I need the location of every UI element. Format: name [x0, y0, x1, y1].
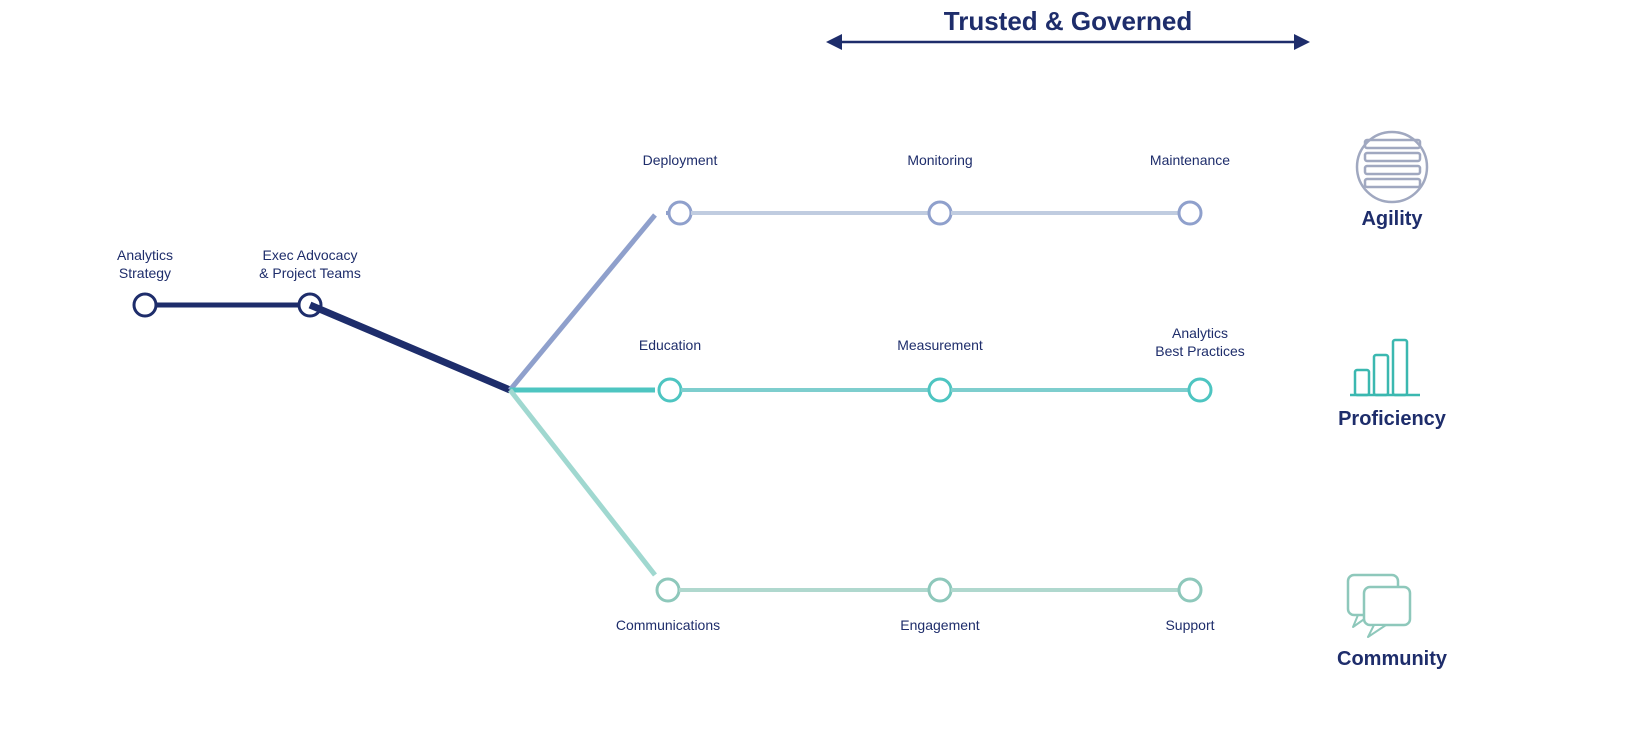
- support-label: Support: [1165, 617, 1214, 633]
- measurement-node: [929, 379, 951, 401]
- agility-label: Agility: [1361, 208, 1423, 230]
- engagement-label: Engagement: [900, 617, 980, 633]
- exec-advocacy-label1: Exec Advocacy: [263, 247, 358, 263]
- analytics-strategy-label: Analytics: [117, 247, 173, 263]
- analytics-strategy-node: [134, 294, 156, 316]
- exec-advocacy-label2: & Project Teams: [259, 265, 361, 281]
- maintenance-node: [1179, 202, 1201, 224]
- community-label: Community: [1337, 648, 1448, 670]
- engagement-node: [929, 579, 951, 601]
- main-trunk-line: [310, 305, 510, 390]
- proficiency-icon: [1350, 340, 1420, 395]
- analytics-strategy-label2: Strategy: [119, 265, 171, 281]
- agility-branch-line: [510, 215, 655, 390]
- best-practices-label2: Best Practices: [1155, 343, 1244, 359]
- support-node: [1179, 579, 1201, 601]
- trusted-governed-title: Trusted & Governed: [944, 6, 1193, 36]
- maintenance-label: Maintenance: [1150, 152, 1230, 168]
- best-practices-node: [1189, 379, 1211, 401]
- monitoring-label: Monitoring: [907, 152, 972, 168]
- proficiency-label: Proficiency: [1338, 408, 1447, 430]
- measurement-label: Measurement: [897, 337, 983, 353]
- best-practices-label1: Analytics: [1172, 325, 1228, 341]
- communications-node: [657, 579, 679, 601]
- education-label: Education: [639, 337, 701, 353]
- communications-label: Communications: [616, 617, 720, 633]
- deployment-label: Deployment: [643, 152, 718, 168]
- community-branch-line: [510, 390, 655, 575]
- deployment-node: [669, 202, 691, 224]
- community-icon: [1348, 575, 1410, 637]
- monitoring-node: [929, 202, 951, 224]
- education-node: [659, 379, 681, 401]
- agility-icon: [1357, 132, 1427, 202]
